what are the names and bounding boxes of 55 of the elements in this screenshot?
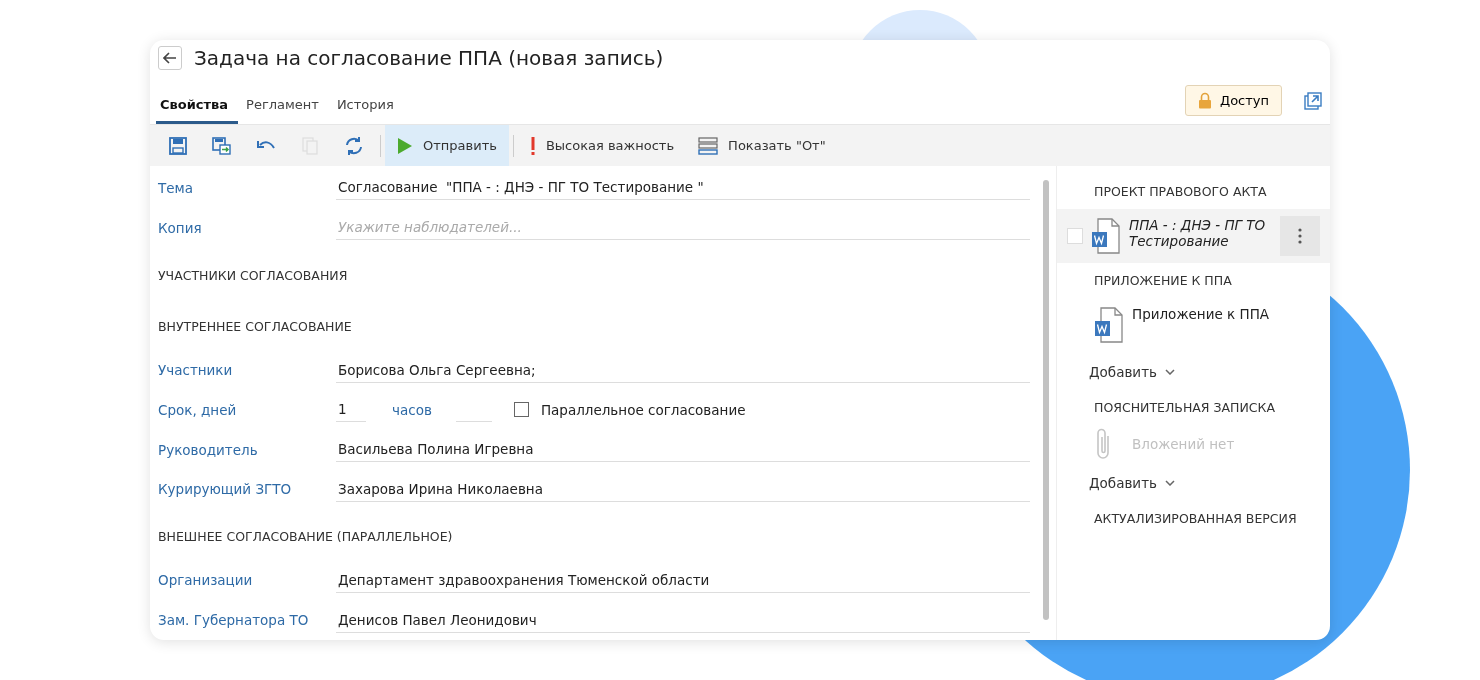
file-name[interactable]: ППА - : ДНЭ - ПГ ТО Тестирование bbox=[1129, 215, 1269, 249]
tab[interactable]: Регламент bbox=[242, 89, 329, 124]
caret-icon bbox=[1164, 480, 1175, 486]
back-button[interactable] bbox=[158, 46, 182, 70]
section-heading: ПРИЛОЖЕНИЕ К ППА bbox=[1093, 272, 1233, 290]
word-document-icon bbox=[1094, 307, 1124, 343]
high-importance-button[interactable]: Высокая важность bbox=[517, 125, 687, 166]
play-icon bbox=[397, 136, 413, 155]
more-icon bbox=[1298, 228, 1302, 244]
input-field[interactable]: Васильева Полина Игревна bbox=[336, 437, 1030, 463]
section-heading: ПРОЕКТ ПРАВОВОГО АКТА bbox=[1093, 183, 1268, 201]
field-label: Курирующий ЗГТО bbox=[158, 481, 293, 498]
field-label: Срок, дней bbox=[158, 401, 238, 418]
field-label: Организации bbox=[158, 572, 254, 589]
field-label: Участники bbox=[158, 362, 234, 379]
add-dropdown[interactable]: Добавить bbox=[1087, 362, 1177, 382]
field-label: Зам. Губернатора ТО bbox=[158, 612, 310, 629]
scrollbar-thumb[interactable] bbox=[1043, 180, 1049, 620]
show-from-button[interactable]: Показать "От" bbox=[686, 125, 838, 166]
send-button[interactable]: Отправить bbox=[385, 125, 509, 166]
input-field[interactable]: Борисова Ольга Сергеевна; bbox=[336, 357, 1030, 383]
input-field[interactable]: Укажите наблюдателей... bbox=[336, 215, 1030, 241]
refresh-icon bbox=[344, 135, 364, 156]
window-title: Задача на согласование ППА (новая запись) bbox=[194, 46, 664, 70]
days-field[interactable]: 1 bbox=[336, 397, 366, 423]
section-heading: АКТУАЛИЗИРОВАННАЯ ВЕРСИЯ bbox=[1093, 510, 1298, 528]
field-label: Тема bbox=[158, 179, 194, 196]
input-field[interactable]: Захарова Ирина Николаевна bbox=[336, 476, 1030, 502]
section-heading: ВНУТРЕННЕЕ СОГЛАСОВАНИЕ bbox=[158, 318, 353, 336]
section-heading: ВНЕШНЕЕ СОГЛАСОВАНИЕ (ПАРАЛЛЕЛЬНОЕ) bbox=[158, 528, 454, 547]
lock-icon bbox=[1197, 92, 1212, 109]
input-field[interactable]: Согласование "ППА - : ДНЭ - ПГ ТО Тестирование " bbox=[336, 175, 1030, 201]
tab[interactable]: История bbox=[332, 89, 404, 124]
section-heading: УЧАСТНИКИ СОГЛАСОВАНИЯ bbox=[158, 266, 349, 285]
file-row[interactable]: ППА - : ДНЭ - ПГ ТО Тестирование bbox=[1057, 209, 1330, 263]
add-dropdown[interactable]: Добавить bbox=[1087, 473, 1177, 493]
input-field[interactable]: Департамент здравоохранения Тюменской области bbox=[336, 567, 1030, 593]
input-field[interactable]: Денисов Павел Леонидович bbox=[336, 607, 1030, 633]
unit-label: часов bbox=[392, 401, 432, 418]
rows-icon bbox=[698, 136, 719, 155]
checkbox-label: Параллельное согласование bbox=[540, 401, 746, 418]
file-name[interactable]: Приложение к ППА bbox=[1132, 304, 1272, 322]
caret-icon bbox=[1164, 369, 1175, 375]
field-label: Копия bbox=[158, 219, 203, 236]
word-document-icon bbox=[1091, 218, 1121, 254]
save-copy-icon bbox=[212, 136, 232, 155]
empty-message: Вложений нет bbox=[1132, 436, 1235, 452]
exclamation-icon bbox=[529, 135, 536, 156]
field-label: Руководитель bbox=[158, 441, 259, 458]
section-heading: ПОЯСНИТЕЛЬНАЯ ЗАПИСКА bbox=[1093, 399, 1276, 417]
access-button[interactable]: Доступ bbox=[1184, 85, 1282, 116]
save-icon bbox=[169, 136, 187, 155]
popout-icon[interactable] bbox=[1304, 91, 1322, 110]
back-arrow-icon bbox=[163, 52, 177, 64]
checkbox[interactable] bbox=[513, 402, 529, 418]
